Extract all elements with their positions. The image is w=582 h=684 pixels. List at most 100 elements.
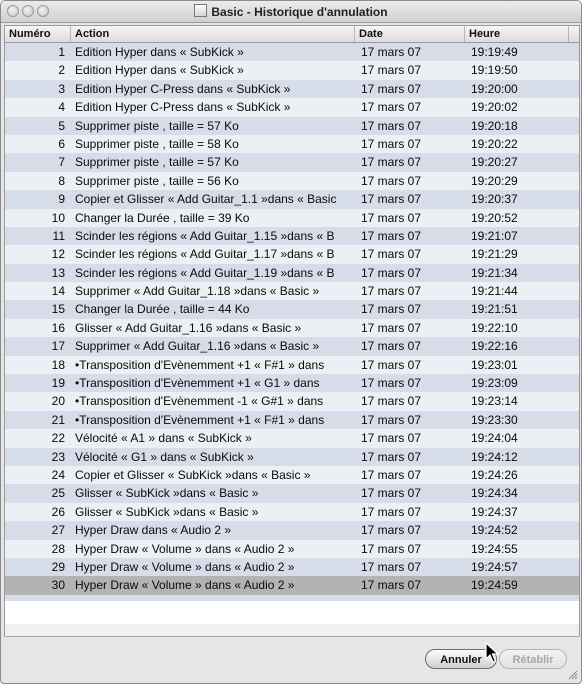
row-number: 15: [51, 302, 65, 317]
table-row[interactable]: 4 Edition Hyper C-Press dans « SubKick » 1…: [5, 98, 579, 117]
window-title-text: Basic - Historique d'annulation: [211, 5, 388, 19]
row-action: Hyper Draw dans « Audio 2 »: [75, 523, 232, 538]
row-time: 19:21:34: [471, 265, 518, 280]
retablir-button: Rétablir: [499, 649, 567, 669]
column-header-numero[interactable]: Numéro: [5, 26, 71, 42]
table-row[interactable]: 29 Hyper Draw « Volume » dans « Audio 2 »…: [5, 557, 579, 577]
row-number: 25: [51, 486, 65, 501]
row-number: 29: [51, 559, 65, 574]
horizontal-scrollbar[interactable]: [4, 624, 580, 637]
row-action: Supprimer piste , taille = 56 Ko: [75, 173, 239, 188]
row-action: Supprimer « Add Guitar_1.16 »dans « Basi…: [75, 339, 320, 354]
row-action: Copier et Glisser « Add Guitar_1.1 »dans…: [75, 192, 337, 207]
row-number: 16: [51, 320, 65, 335]
table-row[interactable]: 1 Edition Hyper dans « SubKick » 17 mars 0…: [5, 43, 579, 62]
undo-history-window: Basic - Historique d'annulation Numéro A…: [0, 0, 582, 684]
row-date: 17 mars 07: [361, 449, 422, 464]
table-row[interactable]: 27 Hyper Draw dans « Audio 2 » 17 mars 07 1…: [5, 521, 579, 540]
row-time: 19:21:07: [471, 228, 518, 243]
row-action: Copier et Glisser « SubKick »dans « Basi…: [75, 467, 311, 482]
row-time: 19:23:14: [471, 394, 518, 409]
row-action: Edition Hyper C-Press dans « SubKick »: [75, 81, 291, 96]
table-row[interactable]: 23 Vélocité « G1 » dans « SubKick » 17 mar…: [5, 447, 579, 466]
row-action: Edition Hyper dans « SubKick »: [75, 63, 244, 78]
table-row[interactable]: 26 Glisser « SubKick »dans « Basic » 17 ma…: [5, 502, 579, 522]
row-number: 30: [51, 578, 65, 593]
resize-grip-icon[interactable]: [567, 669, 578, 680]
row-date: 17 mars 07: [361, 302, 422, 317]
table-row[interactable]: 11 Scinder les régions « Add Guitar_1.15 …: [5, 226, 579, 246]
row-time: 19:19:49: [471, 45, 518, 59]
row-number: 22: [51, 431, 65, 446]
table-row[interactable]: 18 •Transposition d'Evènemment +1 « F#1 »…: [5, 355, 579, 375]
row-date: 17 mars 07: [361, 412, 422, 427]
table-row[interactable]: 21 •Transposition d'Evènemment +1 « F#1 »…: [5, 410, 579, 430]
row-number: 9: [58, 192, 65, 207]
row-date: 17 mars 07: [361, 155, 422, 170]
table-row[interactable]: 14 Supprimer « Add Guitar_1.18 »dans « Ba…: [5, 282, 579, 301]
row-number: 28: [51, 541, 65, 556]
row-number: 21: [51, 412, 65, 427]
row-action: Hyper Draw « Volume » dans « Audio 2 »: [75, 559, 295, 574]
table-row[interactable]: 13 Scinder les régions « Add Guitar_1.19 …: [5, 263, 579, 283]
row-action: Supprimer piste , taille = 57 Ko: [75, 155, 239, 170]
table-row[interactable]: 6 Supprimer piste , taille = 58 Ko 17 mars…: [5, 134, 579, 154]
row-date: 17 mars 07: [361, 284, 422, 299]
row-action: Glisser « Add Guitar_1.16 »dans « Basic …: [75, 320, 302, 335]
document-icon: [194, 4, 208, 17]
table-row[interactable]: 25 Glisser « SubKick »dans « Basic » 17 ma…: [5, 484, 579, 503]
row-action: Vélocité « G1 » dans « SubKick »: [75, 449, 254, 464]
table-row[interactable]: 3 Edition Hyper C-Press dans « SubKick » 1…: [5, 79, 579, 99]
table-row[interactable]: 20 •Transposition d'Evènemment -1 « G#1 »…: [5, 392, 579, 411]
row-time: 19:24:52: [471, 523, 518, 538]
row-date: 17 mars 07: [361, 541, 422, 556]
row-number: 27: [51, 523, 65, 538]
table-row[interactable]: 17 Supprimer « Add Guitar_1.16 »dans « Ba…: [5, 337, 579, 356]
row-date: 17 mars 07: [361, 136, 422, 151]
row-action: •Transposition d'Evènemment +1 « F#1 » d…: [75, 412, 325, 427]
row-time: 19:24:55: [471, 541, 518, 556]
table-row[interactable]: 8 Supprimer piste , taille = 56 Ko 17 mars…: [5, 171, 579, 191]
row-number: 14: [51, 284, 65, 299]
row-date: 17 mars 07: [361, 265, 422, 280]
table-row[interactable]: 2 Edition Hyper dans « SubKick » 17 mars 0…: [5, 61, 579, 80]
row-date: 17 mars 07: [361, 173, 422, 188]
row-time: 19:23:09: [471, 376, 518, 391]
row-time: 19:24:59: [471, 578, 518, 593]
table-row[interactable]: 24 Copier et Glisser « SubKick »dans « Ba…: [5, 465, 579, 485]
row-action: Supprimer « Add Guitar_1.18 »dans « Basi…: [75, 284, 320, 299]
table-row[interactable]: 16 Glisser « Add Guitar_1.16 »dans « Basi…: [5, 318, 579, 338]
table-row[interactable]: 7 Supprimer piste , taille = 57 Ko 17 mars…: [5, 153, 579, 172]
row-date: 17 mars 07: [361, 320, 422, 335]
row-time: 19:23:30: [471, 412, 518, 427]
row-time: 19:23:01: [471, 357, 518, 372]
table-row[interactable]: 30 Hyper Draw « Volume » dans « Audio 2 »…: [5, 576, 579, 595]
row-time: 19:20:37: [471, 192, 518, 207]
row-time: 19:20:02: [471, 100, 518, 115]
row-number: 17: [51, 339, 65, 354]
table-row[interactable]: 5 Supprimer piste , taille = 57 Ko 17 mars…: [5, 116, 579, 135]
title-bar[interactable]: Basic - Historique d'annulation: [1, 1, 581, 23]
table-row[interactable]: 12 Scinder les régions « Add Guitar_1.17 …: [5, 245, 579, 264]
table-row[interactable]: 28 Hyper Draw « Volume » dans « Audio 2 »…: [5, 539, 579, 558]
table-row[interactable]: 22 Vélocité « A1 » dans « SubKick » 17 mar…: [5, 429, 579, 448]
table-row[interactable]: 10 Changer la Durée , taille = 39 Ko 17 ma…: [5, 208, 579, 227]
table-row[interactable]: 15 Changer la Durée , taille = 44 Ko 17 ma…: [5, 300, 579, 319]
row-date: 17 mars 07: [361, 228, 422, 243]
row-date: 17 mars 07: [361, 467, 422, 482]
column-header-heure[interactable]: Heure: [465, 26, 569, 42]
column-header-date[interactable]: Date: [355, 26, 465, 42]
column-header-action[interactable]: Action: [71, 26, 355, 42]
row-action: Scinder les régions « Add Guitar_1.17 »d…: [75, 247, 335, 262]
row-time: 19:21:44: [471, 284, 518, 299]
row-time: 19:19:50: [471, 63, 518, 78]
table-row[interactable]: 9 Copier et Glisser « Add Guitar_1.1 »dan…: [5, 190, 579, 209]
row-action: Glisser « SubKick »dans « Basic »: [75, 504, 259, 519]
row-action: Edition Hyper dans « SubKick »: [75, 45, 244, 59]
history-table: Numéro Action Date Heure 1 Edition Hyper …: [4, 25, 580, 625]
row-date: 17 mars 07: [361, 247, 422, 262]
row-number: 20: [51, 394, 65, 409]
row-time: 19:20:29: [471, 173, 518, 188]
table-row[interactable]: 19 •Transposition d'Evènemment +1 « G1 » …: [5, 374, 579, 393]
row-action: Supprimer piste , taille = 58 Ko: [75, 136, 239, 151]
